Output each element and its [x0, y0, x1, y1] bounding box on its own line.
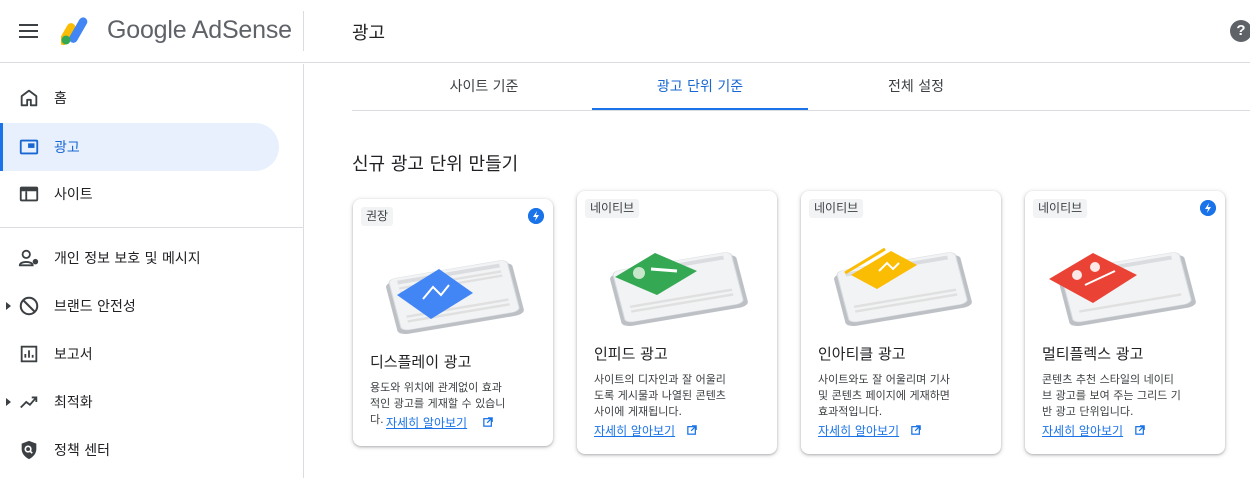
- sidebar-item-label: 광고: [54, 140, 80, 156]
- sidebar-item-label: 보고서: [54, 347, 93, 363]
- sidebar-nav: 홈 광고 사이트 개인 정보 보호 및 메시지 브랜드 안전성 보고서 최적화 …: [0, 64, 304, 478]
- adsense-logo-icon: [61, 17, 88, 46]
- page-title: 광고: [352, 23, 386, 44]
- card-title: 디스플레이 광고: [370, 353, 472, 371]
- home-icon: [20, 89, 38, 107]
- display-ad-illustration: [386, 260, 524, 335]
- learn-more-link[interactable]: 자세히 알아보기: [386, 414, 467, 431]
- help-icon[interactable]: ?: [1230, 20, 1250, 42]
- open-in-new-icon[interactable]: [1135, 425, 1145, 435]
- sidebar-item-brand-safety[interactable]: 브랜드 안전성: [0, 282, 279, 330]
- open-in-new-icon[interactable]: [483, 417, 493, 427]
- card-description-tail: 다.: [370, 413, 384, 426]
- adsense-logo-text[interactable]: Google AdSense: [107, 16, 292, 45]
- open-in-new-icon[interactable]: [687, 425, 697, 435]
- learn-more-link[interactable]: 자세히 알아보기: [818, 422, 899, 439]
- native-chip: 네이티브: [1033, 199, 1088, 218]
- policy-shield-icon: [21, 440, 37, 460]
- sidebar-item-label: 정책 센터: [54, 443, 110, 459]
- card-description: 사이트의 디자인과 잘 어울리 도록 게시물과 나열된 콘텐츠 사이에 게재됩니…: [594, 373, 726, 418]
- card-title: 인아티클 광고: [818, 345, 906, 363]
- ad-tabs: 사이트 기준 광고 단위 기준 전체 설정: [352, 64, 1250, 111]
- learn-more-link[interactable]: 자세히 알아보기: [1042, 422, 1123, 439]
- top-app-bar: Google AdSense 광고 ?: [0, 0, 1250, 63]
- ad-type-card-multiplex[interactable]: 네이티브 멀티플렉스 광고 콘텐츠 추천 스타일의 네이티 브 광고를 보여 주…: [1025, 191, 1225, 454]
- native-chip: 네이티브: [809, 199, 864, 218]
- sidebar-item-label: 개인 정보 보호 및 메시지: [54, 251, 201, 267]
- reports-icon: [20, 345, 38, 363]
- card-title: 멀티플렉스 광고: [1042, 345, 1144, 363]
- sidebar-item-privacy-messaging[interactable]: 개인 정보 보호 및 메시지: [0, 234, 279, 282]
- sites-icon: [19, 186, 39, 202]
- open-in-new-icon[interactable]: [911, 425, 921, 435]
- sidebar-item-reports[interactable]: 보고서: [0, 330, 279, 378]
- in-feed-ad-illustration: [610, 252, 748, 327]
- expand-caret-icon[interactable]: [6, 302, 11, 310]
- ad-type-card-in-feed[interactable]: 네이티브 인피드 광고 사이트의 디자인과 잘 어울리 도록 게시물과 나열된 …: [577, 191, 777, 454]
- sidebar-item-label: 사이트: [54, 187, 93, 203]
- main-menu-icon[interactable]: [19, 22, 41, 40]
- ad-type-card-in-article[interactable]: 네이티브 인아티클 광고 사이트와도 잘 어울리며 기사 및 콘텐츠 페이지에 …: [801, 191, 1001, 454]
- recommended-chip: 권장: [361, 207, 394, 226]
- tab-global-settings[interactable]: 전체 설정: [808, 64, 1024, 110]
- sidebar-divider: [0, 227, 304, 228]
- bolt-icon: [1200, 200, 1216, 216]
- bolt-icon: [528, 208, 544, 224]
- expand-caret-icon[interactable]: [6, 398, 11, 406]
- sidebar-item-label: 브랜드 안전성: [54, 299, 136, 315]
- sidebar-item-sites[interactable]: 사이트: [0, 170, 279, 218]
- multiplex-ad-illustration: [1049, 252, 1196, 327]
- learn-more-link[interactable]: 자세히 알아보기: [594, 422, 675, 439]
- card-description: 사이트와도 잘 어울리며 기사 및 콘텐츠 페이지에 게재하면 효과적입니다.: [818, 373, 950, 418]
- card-title: 인피드 광고: [594, 345, 668, 363]
- sidebar-item-policy-center[interactable]: 정책 센터: [0, 426, 279, 474]
- in-article-ad-illustration: [834, 247, 972, 327]
- card-description: 용도와 위치에 관계없이 효과 적인 광고를 게재할 수 있습니: [370, 381, 506, 410]
- sidebar-item-optimization[interactable]: 최적화: [0, 378, 279, 426]
- header-divider: [303, 11, 304, 51]
- ad-type-card-display[interactable]: 권장 디스플레이 광고 용도와 위치에 관계없이 효과 적인 광고를 게재할 수…: [353, 199, 553, 446]
- block-icon: [19, 296, 39, 316]
- trending-up-icon: [20, 396, 38, 409]
- tab-by-ad-unit[interactable]: 광고 단위 기준: [592, 64, 808, 110]
- card-description: 콘텐츠 추천 스타일의 네이티 브 광고를 보여 주는 그리드 기 반 광고 단…: [1042, 373, 1181, 418]
- sidebar-item-label: 홈: [54, 91, 67, 107]
- sidebar-item-ads[interactable]: 광고: [0, 123, 279, 171]
- sidebar-item-home[interactable]: 홈: [0, 74, 279, 122]
- privacy-messaging-icon: [18, 249, 39, 267]
- section-title: 신규 광고 단위 만들기: [352, 154, 519, 175]
- tab-by-site[interactable]: 사이트 기준: [376, 64, 592, 110]
- ads-icon: [19, 139, 39, 155]
- sidebar-item-label: 최적화: [54, 395, 93, 411]
- native-chip: 네이티브: [585, 199, 640, 218]
